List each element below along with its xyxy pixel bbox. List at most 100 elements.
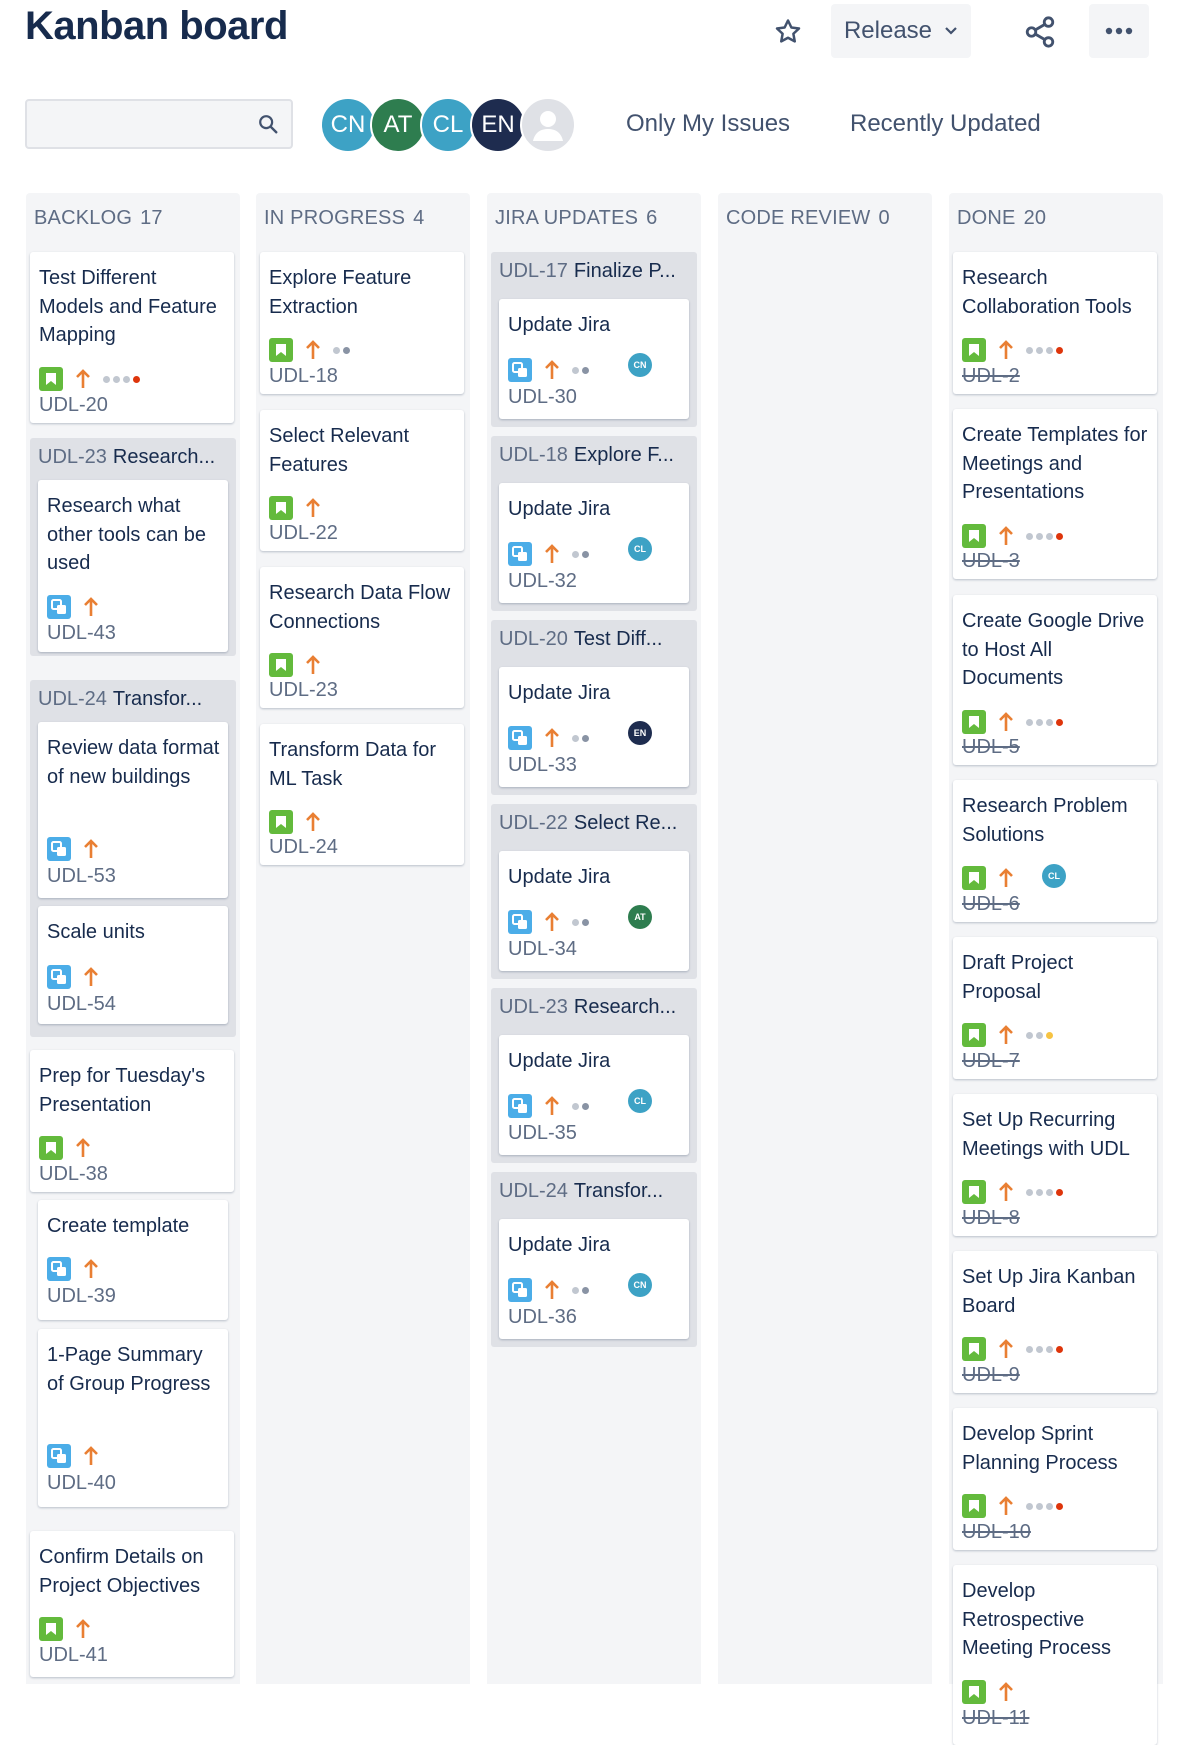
issue-key[interactable]: UDL-3 [962, 550, 1020, 573]
subtask-card[interactable]: Update Jira CN UDL-30 [499, 299, 689, 419]
priority-high-icon [999, 526, 1013, 545]
group-header[interactable]: UDL-23 Research... [499, 996, 689, 1019]
assignee-avatar[interactable]: AT [628, 905, 652, 929]
group-header[interactable]: UDL-17 Finalize P... [499, 260, 689, 283]
issue-card[interactable]: Test Different Models and Feature Mappin… [30, 252, 234, 423]
issue-key[interactable]: UDL-5 [962, 736, 1020, 759]
issue-key[interactable]: UDL-7 [962, 1050, 1020, 1073]
issue-key[interactable]: UDL-32 [508, 570, 577, 593]
subtask-card[interactable]: Review data format of new buildings UDL-… [38, 722, 228, 898]
issue-key[interactable]: UDL-36 [508, 1306, 577, 1329]
avatar-unassigned[interactable] [520, 97, 576, 153]
share-icon [1025, 16, 1055, 48]
group-header[interactable]: UDL-18 Explore F... [499, 444, 689, 467]
issue-key[interactable]: UDL-40 [47, 1472, 116, 1495]
column-header: DONE 20 [957, 207, 1047, 229]
issue-key[interactable]: UDL-24 [269, 836, 338, 859]
issue-key[interactable]: UDL-22 [269, 522, 338, 545]
priority-high-icon [76, 369, 90, 388]
issue-key[interactable]: UDL-54 [47, 993, 116, 1016]
priority-high-icon [306, 812, 320, 831]
issue-card[interactable]: Draft Project Proposal UDL-7 [953, 937, 1157, 1079]
issue-key[interactable]: UDL-53 [47, 865, 116, 888]
issue-card[interactable]: Research Problem Solutions CL UDL-6 [953, 780, 1157, 922]
subtask-card[interactable]: Update Jira CN UDL-36 [499, 1219, 689, 1339]
issue-card[interactable]: Create Google Drive to Host All Document… [953, 595, 1157, 765]
group-header[interactable]: UDL-24 Transfor... [38, 688, 228, 711]
issue-card[interactable]: Research Collaboration Tools UDL-2 [953, 252, 1157, 394]
issue-key[interactable]: UDL-38 [39, 1163, 108, 1186]
issue-card[interactable]: Set Up Jira Kanban Board UDL-9 [953, 1251, 1157, 1393]
avatar-en[interactable]: EN [470, 97, 526, 153]
star-button[interactable] [768, 12, 808, 52]
group-header[interactable]: UDL-20 Test Diff... [499, 628, 689, 651]
issue-key[interactable]: UDL-6 [962, 893, 1020, 916]
issue-key[interactable]: UDL-20 [39, 394, 108, 417]
issue-key[interactable]: UDL-34 [508, 938, 577, 961]
issue-card[interactable]: Prep for Tuesday's Presentation UDL-38 [30, 1050, 234, 1192]
more-button[interactable] [1089, 4, 1149, 58]
issue-key[interactable]: UDL-23 [269, 679, 338, 702]
issue-key[interactable]: UDL-18 [269, 365, 338, 388]
subtask-icon [47, 1257, 71, 1281]
search-input[interactable] [27, 101, 249, 147]
issue-card[interactable]: Develop Retrospective Meeting Process UD… [953, 1565, 1157, 1745]
story-icon [269, 496, 293, 520]
issue-key[interactable]: UDL-41 [39, 1644, 108, 1667]
progress-dots-icon [103, 375, 140, 383]
filter-only-my-issues[interactable]: Only My Issues [626, 110, 790, 138]
card-title: Update Jira [508, 1050, 611, 1072]
issue-key[interactable]: UDL-33 [508, 754, 577, 777]
subtask-card[interactable]: Research what other tools can be used UD… [38, 480, 228, 652]
issue-card[interactable]: Transform Data for ML Task UDL-24 [260, 724, 464, 865]
group-header[interactable]: UDL-24 Transfor... [499, 1180, 689, 1203]
issue-key[interactable]: UDL-30 [508, 386, 577, 409]
issue-key[interactable]: UDL-9 [962, 1364, 1020, 1387]
group-header[interactable]: UDL-23 Research... [38, 446, 228, 469]
subtask-card[interactable]: Create template UDL-39 [38, 1200, 228, 1320]
issue-card[interactable]: Create Templates for Meetings and Presen… [953, 409, 1157, 579]
issue-key[interactable]: UDL-10 [962, 1521, 1031, 1544]
subtask-card[interactable]: Update Jira CL UDL-35 [499, 1035, 689, 1155]
story-icon [962, 1180, 986, 1204]
assignee-avatar[interactable]: CL [628, 537, 652, 561]
filter-recently-updated[interactable]: Recently Updated [850, 110, 1041, 138]
assignee-avatar[interactable]: EN [628, 721, 652, 745]
subtask-card[interactable]: Update Jira CL UDL-32 [499, 483, 689, 603]
avatar-at[interactable]: AT [370, 97, 426, 153]
subtask-card[interactable]: Scale units UDL-54 [38, 906, 228, 1024]
issue-key[interactable]: UDL-35 [508, 1122, 577, 1145]
group-header[interactable]: UDL-22 Select Re... [499, 812, 689, 835]
priority-high-icon [84, 839, 98, 858]
progress-dots-icon [572, 1102, 589, 1110]
issue-card[interactable]: Research Data Flow Connections UDL-23 [260, 567, 464, 708]
assignee-avatar[interactable]: CN [628, 353, 652, 377]
issue-key[interactable]: UDL-43 [47, 622, 116, 645]
progress-dots-icon [572, 734, 589, 742]
avatar-cl[interactable]: CL [420, 97, 476, 153]
assignee-avatar[interactable]: CL [628, 1089, 652, 1113]
assignee-avatar[interactable]: CN [628, 1273, 652, 1297]
release-button[interactable]: Release [831, 4, 971, 58]
subtask-card[interactable]: 1-Page Summary of Group Progress UDL-40 [38, 1329, 228, 1507]
column-jira-updates: JIRA UPDATES 6 UDL-17 Finalize P... Update… [487, 193, 701, 1684]
issue-card[interactable]: Develop Sprint Planning Process UDL-10 [953, 1408, 1157, 1550]
issue-card[interactable]: Set Up Recurring Meetings with UDL UDL-8 [953, 1094, 1157, 1236]
issue-card[interactable]: Confirm Details on Project Objectives UD… [30, 1531, 234, 1677]
issue-key[interactable]: UDL-8 [962, 1207, 1020, 1230]
priority-high-icon [76, 1619, 90, 1638]
priority-high-icon [999, 1496, 1013, 1515]
subtask-card[interactable]: Update Jira EN UDL-33 [499, 667, 689, 787]
share-button[interactable] [1018, 10, 1062, 54]
search-box[interactable] [25, 99, 293, 149]
issue-card[interactable]: Explore Feature Extraction UDL-18 [260, 252, 464, 394]
card-title: Develop Sprint Planning Process [962, 1423, 1118, 1474]
issue-key[interactable]: UDL-39 [47, 1285, 116, 1308]
priority-high-icon [306, 498, 320, 517]
assignee-avatar[interactable]: CL [1042, 864, 1066, 888]
issue-key[interactable]: UDL-2 [962, 365, 1020, 388]
subtask-card[interactable]: Update Jira AT UDL-34 [499, 851, 689, 971]
avatar-cn[interactable]: CN [320, 97, 376, 153]
issue-key[interactable]: UDL-11 [962, 1707, 1029, 1730]
issue-card[interactable]: Select Relevant Features UDL-22 [260, 410, 464, 551]
